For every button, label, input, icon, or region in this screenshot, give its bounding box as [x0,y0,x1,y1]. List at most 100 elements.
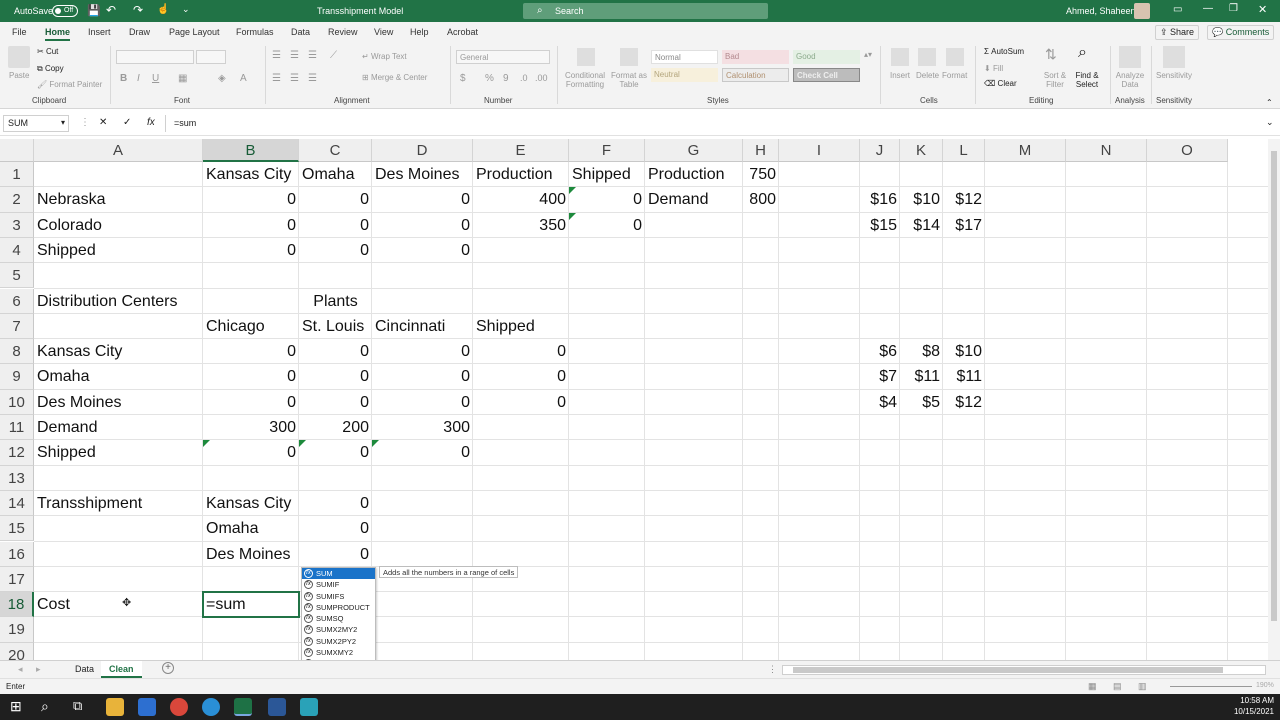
fill-color-icon[interactable]: ◈ [218,73,226,84]
collapse-ribbon-icon[interactable]: ⌃ [1266,98,1273,107]
cell-a6[interactable]: Distribution Centers [34,289,203,314]
cell-l10[interactable]: $12 [943,390,985,415]
font-size-select[interactable] [196,50,226,64]
cell-b9[interactable]: 0 [203,364,299,389]
cell-a3[interactable]: Colorado [34,213,203,238]
column-header-g[interactable]: G [645,139,743,162]
cell-b16[interactable]: Des Moines [203,542,299,567]
error-indicator-icon[interactable] [203,440,210,448]
expand-formula-icon[interactable]: ⌄ [1266,117,1274,128]
increase-decimal-icon[interactable]: .0 [520,73,528,83]
recorder-icon[interactable] [300,698,318,716]
format-painter-button[interactable]: 🖌 Format Painter [37,80,102,89]
cell-h1[interactable]: 750 [743,162,779,187]
cell-e10[interactable]: 0 [473,390,569,415]
format-cells-icon[interactable] [946,48,964,66]
worksheet-grid[interactable]: A B C D E F G H I J K L M N O 1 2 3 4 5 6 7 8 9 10 11 12 13 14 15 16 17… [0,139,1268,660]
cell-e1[interactable]: Production [473,162,569,187]
align-top-icon[interactable]: ☰ [272,50,281,61]
accounting-icon[interactable]: $ [460,73,466,84]
analyze-data-icon[interactable] [1119,46,1141,68]
page-break-view-icon[interactable]: ▥ [1138,681,1147,692]
user-name[interactable]: Ahmed, Shaheen [1066,6,1136,16]
number-format-select[interactable]: General [456,50,550,64]
wrap-text-button[interactable]: ↵ Wrap Text [362,52,407,61]
cell-a12[interactable]: Shipped [34,440,203,465]
copy-button[interactable]: ⧉ Copy [37,64,64,74]
cell-k8[interactable]: $8 [900,339,943,364]
cell-k10[interactable]: $5 [900,390,943,415]
cell-b15[interactable]: Omaha [203,516,299,541]
cell-a9[interactable]: Omaha [34,364,203,389]
cell-c2[interactable]: 0 [299,187,372,212]
cell-c14[interactable]: 0 [299,491,372,516]
row-header-13[interactable]: 13 [0,465,34,491]
style-bad[interactable]: Bad [722,50,789,64]
tab-review[interactable]: Review [328,27,358,37]
error-indicator-icon[interactable] [372,440,379,448]
sort-filter-icon[interactable]: ⇅ [1045,46,1057,63]
cell-b14[interactable]: Kansas City [203,491,299,516]
comments-button[interactable]: 💬 Comments [1207,25,1275,40]
cell-c11[interactable]: 200 [299,415,372,440]
cell-d3[interactable]: 0 [372,213,473,238]
merge-center-button[interactable]: ⊞ Merge & Center [362,73,427,82]
cell-b2[interactable]: 0 [203,187,299,212]
column-header-n[interactable]: N [1066,139,1147,162]
minimize-icon[interactable]: — [1203,3,1213,14]
row-header-15[interactable]: 15 [0,516,34,542]
autosum-button[interactable]: Σ AutoSum [984,47,1024,56]
column-header-f[interactable]: F [569,139,645,162]
column-header-c[interactable]: C [299,139,372,162]
italic-button[interactable]: I [137,73,140,84]
delete-cells-button[interactable]: Delete [916,71,939,80]
cell-h2[interactable]: 800 [743,187,779,212]
cell-e3[interactable]: 350 [473,213,569,238]
share-button[interactable]: ⇪ Share [1155,25,1200,40]
comma-icon[interactable]: 9 [503,73,509,84]
style-good[interactable]: Good [793,50,860,64]
column-header-k[interactable]: K [900,139,943,162]
select-all-corner[interactable] [0,139,34,162]
page-layout-view-icon[interactable]: ▤ [1113,681,1122,692]
scrollbar-thumb[interactable] [1271,151,1277,621]
sensitivity-icon[interactable] [1163,46,1185,68]
tab-data[interactable]: Data [291,27,310,37]
row-header-20[interactable]: 20 [0,642,34,660]
cell-a11[interactable]: Demand [34,415,203,440]
tab-draw[interactable]: Draw [129,27,150,37]
row-header-1[interactable]: 1 [0,162,34,188]
cell-a2[interactable]: Nebraska [34,187,203,212]
cell-j10[interactable]: $4 [860,390,900,415]
file-explorer-icon[interactable] [106,698,124,716]
enter-icon[interactable]: ✓ [123,117,131,128]
cell-a4[interactable]: Shipped [34,238,203,263]
cell-b3[interactable]: 0 [203,213,299,238]
font-color-icon[interactable]: A [240,73,247,84]
font-family-select[interactable] [116,50,194,64]
column-header-l[interactable]: L [943,139,985,162]
style-calculation[interactable]: Calculation [722,68,789,82]
cell-c6[interactable]: Plants [299,289,372,314]
word-icon[interactable] [268,698,286,716]
name-box[interactable]: SUM ▾ [3,115,69,132]
cell-d12[interactable]: 0 [372,440,473,465]
tab-home[interactable]: Home [45,27,71,41]
cell-b10[interactable]: 0 [203,390,299,415]
column-header-i[interactable]: I [779,139,860,162]
cell-k3[interactable]: $14 [900,213,943,238]
scrollbar-thumb[interactable] [793,667,1223,673]
cell-b12[interactable]: 0 [203,440,299,465]
row-header-8[interactable]: 8 [0,339,34,365]
row-header-7[interactable]: 7 [0,313,34,340]
row-header-2[interactable]: 2 [0,187,34,213]
excel-icon[interactable] [234,698,252,716]
chrome-icon[interactable] [170,698,188,716]
windows-start-icon[interactable]: ⊞ [10,698,22,715]
style-normal[interactable]: Normal [651,50,718,64]
cell-d7[interactable]: Cincinnati [372,314,473,339]
document-title[interactable]: Transshipment Model [317,6,403,16]
zoom-level[interactable]: 190% [1256,682,1274,689]
cell-g1[interactable]: Production [645,162,743,187]
cell-k9[interactable]: $11 [900,364,943,389]
